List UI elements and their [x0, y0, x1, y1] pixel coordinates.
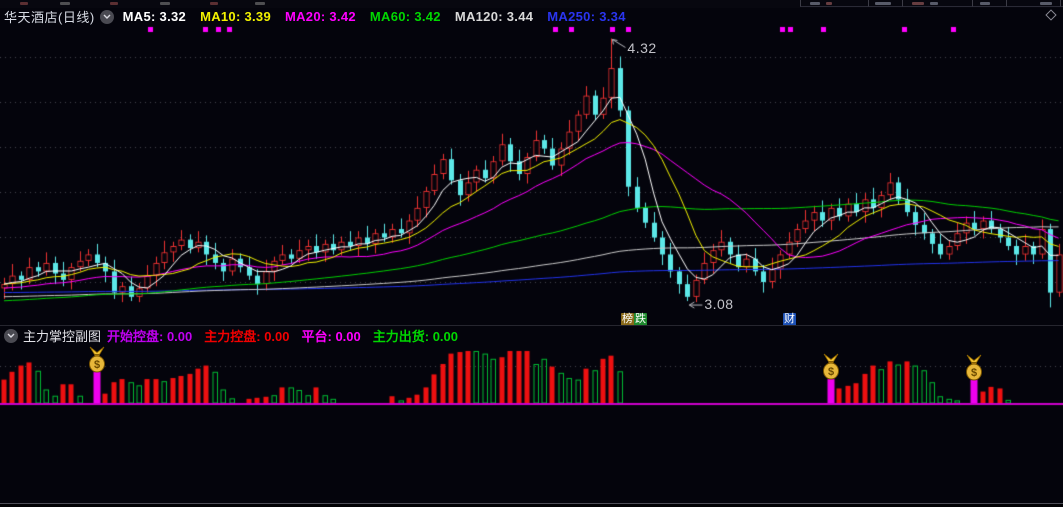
toolbar-text-fragment [110, 2, 118, 5]
ma-label-ma5: MA5: 3.32 [122, 9, 187, 24]
indicator-label-platform: 平台: 0.00 [301, 329, 361, 344]
indicator-values-row: 开始控盘: 0.00 主力控盘: 0.00 平台: 0.00 主力出货: 0.00 [107, 326, 458, 345]
toolbar-text-fragment [20, 2, 28, 5]
toolbar-text-fragment [160, 2, 170, 5]
sub-chart-title: 主力掌控副图 [23, 329, 102, 344]
indicator-label-main_control: 主力控盘: 0.00 [204, 329, 290, 344]
toolbar-text-fragment [826, 2, 832, 5]
ma-label-ma60: MA60: 3.42 [369, 9, 441, 24]
collapse-main-chevron-icon[interactable] [99, 9, 114, 24]
toolbar-text-fragment [810, 2, 820, 5]
sub-chart-header: 主力掌控副图 开始控盘: 0.00 主力控盘: 0.00 平台: 0.00 主力出货:… [0, 327, 1063, 344]
toolbar-text-fragment [912, 2, 924, 5]
collapse-sub-chevron-icon[interactable] [4, 328, 18, 343]
main-chart-area: 4.32 3.08 榜跌财 [0, 26, 1063, 326]
toolbar-text-fragment [60, 2, 70, 5]
toolbar-text-fragment [1040, 2, 1052, 5]
indicator-label-start_control: 开始控盘: 0.00 [107, 329, 193, 344]
toolbar-text-fragment [210, 2, 218, 5]
ma-label-ma120: MA120: 3.44 [454, 9, 534, 24]
low-price-annotation: 3.08 [704, 296, 734, 313]
chart-title: 华天酒店(日线) [4, 10, 95, 25]
indicator-label-main_sellout: 主力出货: 0.00 [372, 329, 459, 344]
ma-label-ma10: MA10: 3.39 [200, 9, 271, 24]
toolbar-text-fragment [980, 2, 990, 5]
ma-label-ma250: MA250: 3.34 [547, 9, 626, 24]
main-chart-header: 华天酒店(日线) MA5: 3.32 MA10: 3.39 MA20: 3.42 MA… [0, 7, 1063, 26]
toolbar-text-fragment [255, 2, 265, 5]
high-price-annotation: 4.32 [627, 40, 657, 57]
toolbar-text-fragment [930, 2, 938, 5]
ma-values-row: MA5: 3.32 MA10: 3.39 MA20: 3.42 MA60: 3.42 M… [123, 9, 626, 24]
sub-chart-area: $ $ $ [0, 345, 1063, 409]
ma-label-ma20: MA20: 3.42 [284, 9, 356, 24]
toolbar-text-fragment [875, 2, 891, 5]
app-window: 华天酒店(日线) MA5: 3.32 MA10: 3.39 MA20: 3.42 MA… [0, 0, 1063, 507]
main-chart-canvas[interactable] [0, 26, 1063, 325]
sub-chart-canvas[interactable] [0, 345, 1063, 409]
